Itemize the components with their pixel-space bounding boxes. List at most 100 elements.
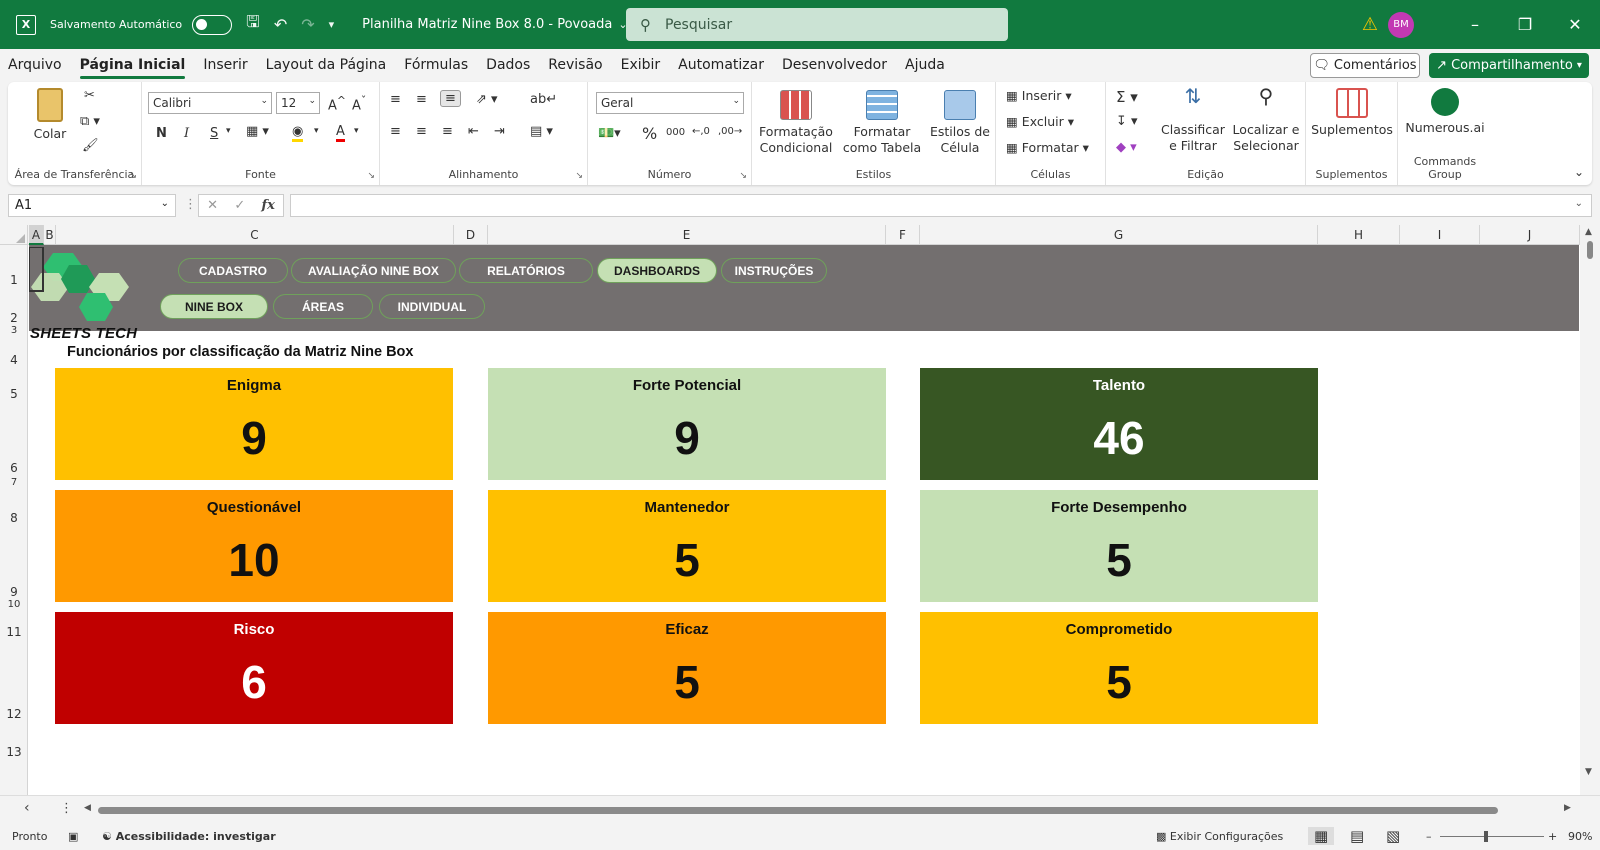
more-sheets-icon[interactable]: ⋮ bbox=[60, 801, 73, 816]
tab-dados[interactable]: Dados bbox=[477, 49, 539, 82]
tab-exibir[interactable]: Exibir bbox=[612, 49, 670, 82]
row-header[interactable]: 8 bbox=[0, 511, 28, 525]
excel-logo-icon[interactable]: X bbox=[16, 14, 36, 35]
column-header[interactable]: B bbox=[44, 225, 56, 245]
nav-instrucoes[interactable]: INSTRUÇÕES bbox=[721, 258, 827, 283]
expand-formula-icon[interactable]: ⌄ bbox=[1575, 198, 1583, 209]
nav-relatorios[interactable]: RELATÓRIOS bbox=[459, 258, 593, 283]
subnav-nine-box[interactable]: NINE BOX bbox=[160, 294, 268, 319]
launcher-icon[interactable]: ↘ bbox=[739, 171, 747, 181]
display-settings-button[interactable]: ▩ Exibir Configurações bbox=[1156, 830, 1283, 843]
bold-button[interactable]: N bbox=[156, 126, 167, 141]
select-all-button[interactable] bbox=[0, 225, 28, 245]
grow-font-icon[interactable]: A^ bbox=[328, 94, 346, 113]
tab-automatizar[interactable]: Automatizar bbox=[669, 49, 773, 82]
comments-button[interactable]: 🗨 Comentários bbox=[1310, 53, 1420, 78]
conditional-formatting-button[interactable]: Formatação Condicional bbox=[756, 90, 836, 156]
ninebox-card[interactable]: Enigma 9 bbox=[55, 368, 453, 480]
comma-style-icon[interactable]: 000 bbox=[666, 127, 685, 138]
chevron-down-icon[interactable]: ▾ bbox=[354, 126, 359, 136]
normal-view-icon[interactable]: ▦ bbox=[1308, 827, 1335, 845]
column-header[interactable]: C bbox=[56, 225, 454, 245]
page-layout-view-icon[interactable]: ▤ bbox=[1350, 827, 1364, 845]
number-format-select[interactable]: Geral ⌄ bbox=[596, 92, 744, 114]
chevron-down-icon[interactable]: ▾ bbox=[314, 126, 319, 136]
font-size-select[interactable]: 12 ⌄ bbox=[276, 92, 320, 114]
align-right-icon[interactable]: ≡ bbox=[442, 124, 453, 139]
zoom-slider-thumb[interactable] bbox=[1484, 831, 1488, 842]
row-header[interactable]: 3 bbox=[0, 325, 28, 336]
tab-layout[interactable]: Layout da Página bbox=[257, 49, 396, 82]
column-header[interactable]: J bbox=[1480, 225, 1580, 245]
italic-button[interactable]: I bbox=[184, 126, 189, 141]
close-button[interactable]: ✕ bbox=[1550, 15, 1600, 34]
warning-icon[interactable]: ⚠ bbox=[1362, 14, 1378, 35]
accessibility-status[interactable]: ☯ Acessibilidade: investigar bbox=[102, 830, 276, 843]
tab-revisao[interactable]: Revisão bbox=[539, 49, 611, 82]
column-header[interactable]: F bbox=[886, 225, 920, 245]
macro-record-icon[interactable]: ▣ bbox=[68, 830, 78, 843]
restore-button[interactable]: ❐ bbox=[1500, 15, 1550, 34]
more-icon[interactable]: ⋮ bbox=[184, 197, 197, 212]
autosum-icon[interactable]: Σ ▾ bbox=[1116, 88, 1138, 106]
scroll-left-icon[interactable]: ◀ bbox=[84, 803, 91, 813]
delete-cells-button[interactable]: ▦ Excluir ▾ bbox=[1006, 114, 1074, 129]
wrap-text-icon[interactable]: ab↵ bbox=[530, 92, 557, 107]
shrink-font-icon[interactable]: Aˇ bbox=[352, 94, 366, 113]
sort-filter-button[interactable]: ⇅ Classificar e Filtrar bbox=[1160, 86, 1226, 154]
minimize-button[interactable]: – bbox=[1450, 15, 1500, 34]
sheet-prev-icon[interactable]: ‹ bbox=[24, 800, 30, 816]
underline-button[interactable]: S bbox=[210, 126, 218, 141]
fill-icon[interactable]: ↧ ▾ bbox=[1116, 114, 1138, 129]
ninebox-card[interactable]: Forte Desempenho 5 bbox=[920, 490, 1318, 602]
copy-icon[interactable]: ⧉ ▾ bbox=[80, 114, 100, 129]
ninebox-card[interactable]: Forte Potencial 9 bbox=[488, 368, 886, 480]
save-icon[interactable]: 🖫 bbox=[246, 11, 260, 38]
tab-ajuda[interactable]: Ajuda bbox=[896, 49, 954, 82]
decrease-decimal-icon[interactable]: ,00→ bbox=[718, 126, 742, 137]
zoom-in-icon[interactable]: + bbox=[1548, 830, 1557, 843]
percent-icon[interactable]: % bbox=[642, 124, 657, 143]
name-box[interactable]: A1 ⌄ bbox=[8, 194, 176, 217]
subnav-individual[interactable]: INDIVIDUAL bbox=[379, 294, 485, 319]
row-header[interactable]: 11 bbox=[0, 625, 28, 639]
redo-icon[interactable]: ↷ bbox=[301, 15, 314, 34]
scroll-up-icon[interactable]: ▲ bbox=[1585, 227, 1592, 237]
nav-avaliacao-nine-box[interactable]: AVALIAÇÃO NINE BOX bbox=[291, 258, 456, 283]
row-header[interactable]: 4 bbox=[0, 353, 28, 367]
subnav-areas[interactable]: ÁREAS bbox=[273, 294, 373, 319]
formula-input[interactable]: ⌄ bbox=[290, 194, 1592, 217]
insert-cells-button[interactable]: ▦ Inserir ▾ bbox=[1006, 88, 1072, 103]
ninebox-card[interactable]: Talento 46 bbox=[920, 368, 1318, 480]
ninebox-card[interactable]: Mantenedor 5 bbox=[488, 490, 886, 602]
insert-function-icon[interactable]: fx bbox=[262, 198, 275, 213]
tab-inserir[interactable]: Inserir bbox=[194, 49, 256, 82]
row-header[interactable]: 9 bbox=[0, 585, 28, 599]
column-header[interactable]: G bbox=[920, 225, 1318, 245]
align-center-icon[interactable]: ≡ bbox=[416, 124, 427, 139]
align-left-icon[interactable]: ≡ bbox=[390, 124, 401, 139]
tab-arquivo[interactable]: Arquivo bbox=[0, 49, 71, 82]
row-header[interactable]: 2 bbox=[0, 311, 28, 325]
ninebox-card[interactable]: Comprometido 5 bbox=[920, 612, 1318, 724]
autosave-toggle[interactable] bbox=[192, 14, 233, 35]
row-header[interactable]: 7 bbox=[0, 477, 28, 488]
search-box[interactable]: ⚲ Pesquisar bbox=[626, 8, 1008, 41]
enter-icon[interactable]: ✓ bbox=[234, 198, 245, 213]
format-as-table-button[interactable]: Formatar como Tabela bbox=[838, 90, 926, 156]
tab-pagina-inicial[interactable]: Página Inicial bbox=[71, 49, 195, 82]
increase-indent-icon[interactable]: ⇥ bbox=[494, 124, 505, 139]
launcher-icon[interactable]: ↘ bbox=[129, 171, 137, 181]
column-header[interactable]: D bbox=[454, 225, 488, 245]
increase-decimal-icon[interactable]: ←,0 bbox=[692, 126, 710, 137]
align-middle-icon[interactable]: ≡ bbox=[416, 92, 427, 107]
row-header[interactable]: 12 bbox=[0, 707, 28, 721]
align-bottom-icon[interactable]: ≡ bbox=[440, 90, 461, 107]
nav-dashboards[interactable]: DASHBOARDS bbox=[597, 258, 717, 283]
column-header[interactable]: I bbox=[1400, 225, 1480, 245]
page-break-view-icon[interactable]: ▧ bbox=[1386, 827, 1400, 845]
share-button[interactable]: ↗ Compartilhamento ▾ bbox=[1429, 53, 1589, 78]
launcher-icon[interactable]: ↘ bbox=[575, 171, 583, 181]
font-color-icon[interactable]: A bbox=[336, 124, 345, 142]
launcher-icon[interactable]: ↘ bbox=[367, 171, 375, 181]
